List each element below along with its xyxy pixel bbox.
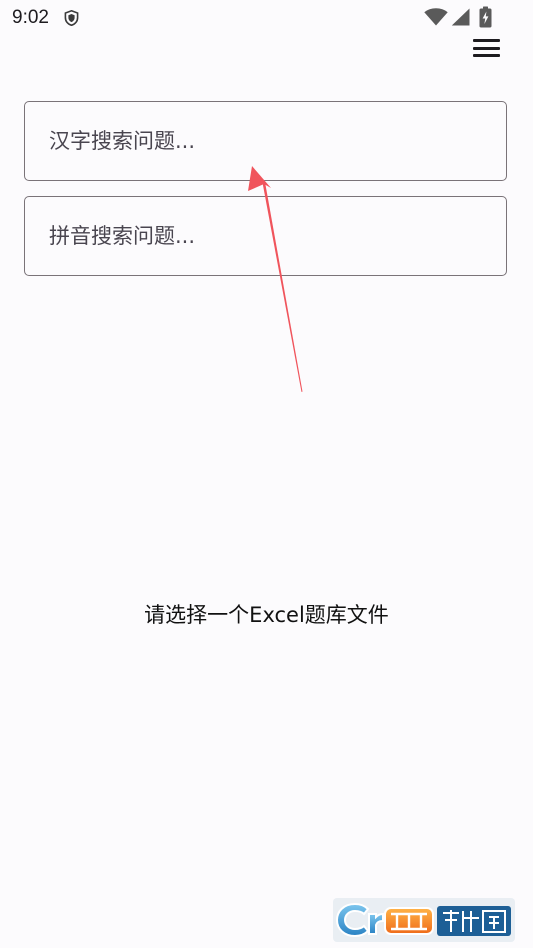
annotation-arrow [248, 166, 303, 392]
menu-button[interactable] [466, 32, 506, 64]
cell-signal-icon [451, 8, 470, 26]
hamburger-menu-icon [472, 39, 500, 57]
cr173-logo [333, 898, 515, 942]
app-screen: 9:02 请选择一个Excel题库文件 [0, 0, 533, 948]
status-bar: 9:02 [0, 0, 533, 36]
battery-charging-icon [479, 6, 492, 28]
status-time: 9:02 [12, 7, 49, 28]
wifi-icon [424, 8, 448, 26]
empty-state-message: 请选择一个Excel题库文件 [144, 603, 389, 627]
shield-icon [64, 10, 79, 26]
